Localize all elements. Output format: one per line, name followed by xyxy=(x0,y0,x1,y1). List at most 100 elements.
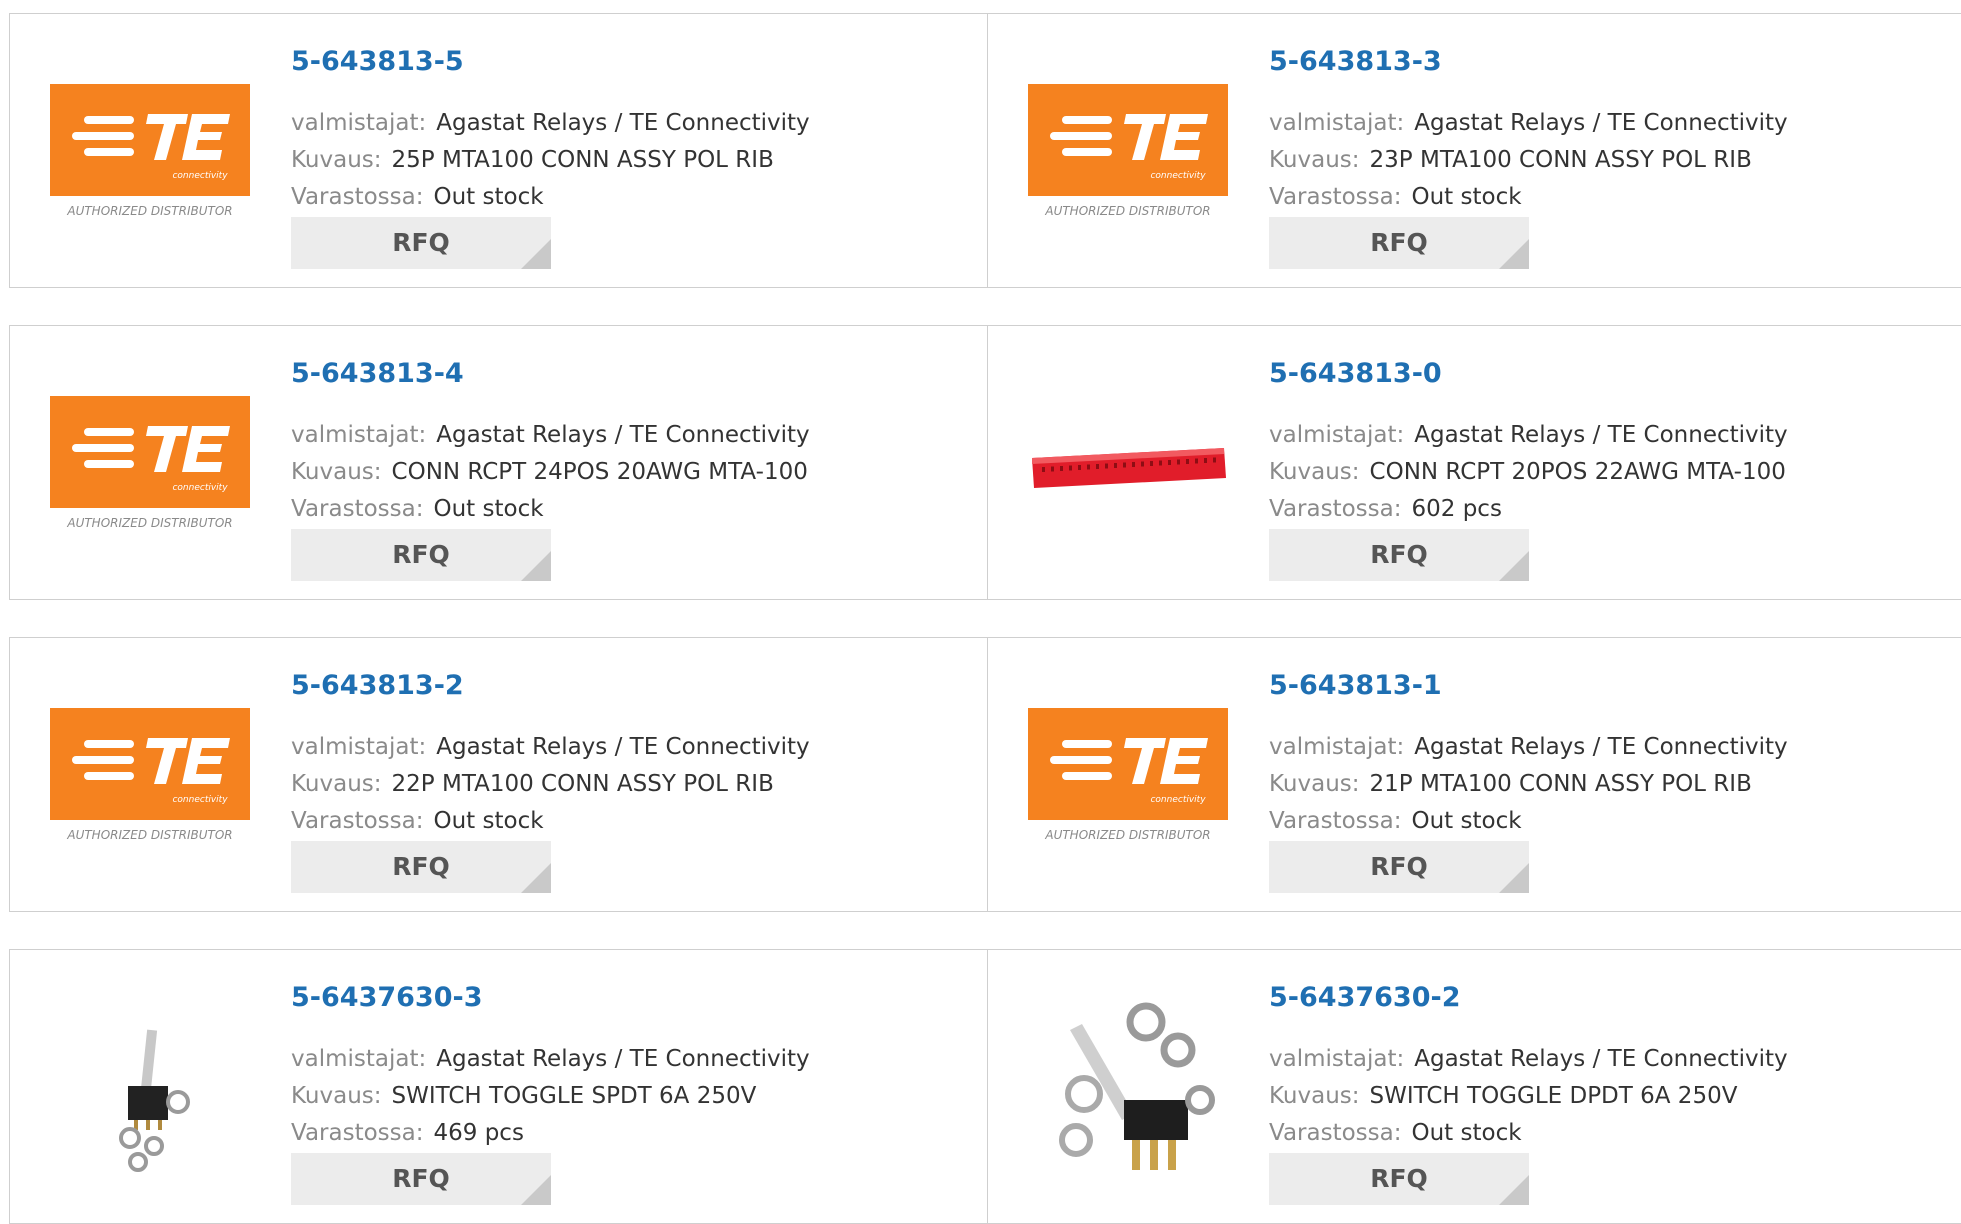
manufacturer-value: Agastat Relays / TE Connectivity xyxy=(1414,1046,1788,1072)
stock-row: Varastossa: 469 pcs xyxy=(291,1120,524,1146)
svg-text:connectivity: connectivity xyxy=(1150,795,1206,805)
corner-triangle-icon xyxy=(1499,863,1529,893)
red-connector-image[interactable] xyxy=(1028,366,1228,566)
description-row: Kuvaus: CONN RCPT 20POS 22AWG MTA-100 xyxy=(1269,459,1786,485)
product-card: 5-643813-0 valmistajat: Agastat Relays / T… xyxy=(987,325,1961,600)
manufacturer-label: valmistajat: xyxy=(1269,110,1405,136)
manufacturer-row: valmistajat: Agastat Relays / TE Connecti… xyxy=(1269,734,1788,760)
description-value: 22P MTA100 CONN ASSY POL RIB xyxy=(391,771,774,797)
toggle-switch-image[interactable] xyxy=(50,990,250,1190)
te-connectivity-logo[interactable]: connectivity AUTHORIZED DISTRIBUTOR xyxy=(50,396,250,536)
stock-label: Varastossa: xyxy=(1269,1120,1402,1146)
description-row: Kuvaus: 22P MTA100 CONN ASSY POL RIB xyxy=(291,771,774,797)
manufacturer-row: valmistajat: Agastat Relays / TE Connecti… xyxy=(291,734,810,760)
product-card: connectivity AUTHORIZED DISTRIBUTOR 5-6438… xyxy=(9,325,988,600)
manufacturer-value: Agastat Relays / TE Connectivity xyxy=(436,110,810,136)
toggle-switch-image[interactable] xyxy=(1028,990,1228,1190)
description-value: 25P MTA100 CONN ASSY POL RIB xyxy=(391,147,774,173)
manufacturer-value: Agastat Relays / TE Connectivity xyxy=(436,422,810,448)
rfq-button-label: RFQ xyxy=(392,852,450,881)
description-value: 21P MTA100 CONN ASSY POL RIB xyxy=(1369,771,1752,797)
stock-row: Varastossa: Out stock xyxy=(1269,808,1522,834)
description-value: SWITCH TOGGLE DPDT 6A 250V xyxy=(1369,1083,1738,1109)
svg-text:connectivity: connectivity xyxy=(172,483,228,493)
manufacturer-row: valmistajat: Agastat Relays / TE Connecti… xyxy=(291,110,810,136)
description-row: Kuvaus: SWITCH TOGGLE SPDT 6A 250V xyxy=(291,1083,756,1109)
stock-value: 602 pcs xyxy=(1411,496,1502,522)
stock-label: Varastossa: xyxy=(1269,184,1402,210)
rfq-button-label: RFQ xyxy=(392,540,450,569)
product-part-number-link[interactable]: 5-643813-1 xyxy=(1269,670,1442,701)
manufacturer-label: valmistajat: xyxy=(1269,422,1405,448)
manufacturer-row: valmistajat: Agastat Relays / TE Connecti… xyxy=(1269,422,1788,448)
product-part-number-link[interactable]: 5-6437630-2 xyxy=(1269,982,1461,1013)
rfq-button[interactable]: RFQ xyxy=(291,529,551,581)
rfq-button-label: RFQ xyxy=(392,228,450,257)
description-label: Kuvaus: xyxy=(1269,771,1360,797)
te-connectivity-logo[interactable]: connectivity AUTHORIZED DISTRIBUTOR xyxy=(1028,708,1228,848)
rfq-button[interactable]: RFQ xyxy=(1269,841,1529,893)
rfq-button[interactable]: RFQ xyxy=(1269,217,1529,269)
product-card: connectivity AUTHORIZED DISTRIBUTOR 5-6438… xyxy=(987,13,1961,288)
product-card: connectivity AUTHORIZED DISTRIBUTOR 5-6438… xyxy=(987,637,1961,912)
description-label: Kuvaus: xyxy=(1269,459,1360,485)
description-value: SWITCH TOGGLE SPDT 6A 250V xyxy=(391,1083,757,1109)
stock-value: Out stock xyxy=(1411,1120,1522,1146)
rfq-button-label: RFQ xyxy=(1370,540,1428,569)
stock-label: Varastossa: xyxy=(1269,808,1402,834)
description-label: Kuvaus: xyxy=(1269,1083,1360,1109)
description-label: Kuvaus: xyxy=(291,1083,382,1109)
product-part-number-link[interactable]: 5-643813-0 xyxy=(1269,358,1442,389)
product-part-number-link[interactable]: 5-643813-4 xyxy=(291,358,464,389)
stock-value: Out stock xyxy=(1411,184,1522,210)
stock-row: Varastossa: Out stock xyxy=(291,496,544,522)
corner-triangle-icon xyxy=(521,551,551,581)
corner-triangle-icon xyxy=(1499,551,1529,581)
rfq-button[interactable]: RFQ xyxy=(1269,1153,1529,1205)
te-connectivity-logo[interactable]: connectivity AUTHORIZED DISTRIBUTOR xyxy=(1028,84,1228,224)
te-connectivity-logo[interactable]: connectivity AUTHORIZED DISTRIBUTOR xyxy=(50,708,250,848)
description-value: CONN RCPT 24POS 20AWG MTA-100 xyxy=(391,459,808,485)
rfq-button[interactable]: RFQ xyxy=(291,841,551,893)
rfq-button[interactable]: RFQ xyxy=(291,1153,551,1205)
svg-text:AUTHORIZED DISTRIBUTOR: AUTHORIZED DISTRIBUTOR xyxy=(66,204,232,218)
manufacturer-label: valmistajat: xyxy=(1269,734,1405,760)
product-card: connectivity AUTHORIZED DISTRIBUTOR 5-6438… xyxy=(9,13,988,288)
product-part-number-link[interactable]: 5-643813-2 xyxy=(291,670,464,701)
product-card: 5-6437630-2 valmistajat: Agastat Relays / … xyxy=(987,949,1961,1224)
rfq-button[interactable]: RFQ xyxy=(291,217,551,269)
manufacturer-value: Agastat Relays / TE Connectivity xyxy=(436,734,810,760)
corner-triangle-icon xyxy=(1499,1175,1529,1205)
product-grid: connectivity AUTHORIZED DISTRIBUTOR 5-6438… xyxy=(0,0,1961,1224)
stock-value: Out stock xyxy=(433,496,544,522)
manufacturer-value: Agastat Relays / TE Connectivity xyxy=(1414,110,1788,136)
stock-value: Out stock xyxy=(433,184,544,210)
description-label: Kuvaus: xyxy=(291,771,382,797)
description-row: Kuvaus: 25P MTA100 CONN ASSY POL RIB xyxy=(291,147,774,173)
rfq-button-label: RFQ xyxy=(1370,228,1428,257)
manufacturer-label: valmistajat: xyxy=(1269,1046,1405,1072)
te-connectivity-logo[interactable]: connectivity AUTHORIZED DISTRIBUTOR xyxy=(50,84,250,224)
manufacturer-label: valmistajat: xyxy=(291,1046,427,1072)
description-value: 23P MTA100 CONN ASSY POL RIB xyxy=(1369,147,1752,173)
corner-triangle-icon xyxy=(521,239,551,269)
product-card: connectivity AUTHORIZED DISTRIBUTOR 5-6438… xyxy=(9,637,988,912)
rfq-button-label: RFQ xyxy=(1370,1164,1428,1193)
manufacturer-row: valmistajat: Agastat Relays / TE Connecti… xyxy=(291,422,810,448)
product-part-number-link[interactable]: 5-643813-5 xyxy=(291,46,464,77)
svg-text:connectivity: connectivity xyxy=(172,795,228,805)
manufacturer-row: valmistajat: Agastat Relays / TE Connecti… xyxy=(1269,110,1788,136)
stock-row: Varastossa: Out stock xyxy=(291,808,544,834)
svg-text:AUTHORIZED DISTRIBUTOR: AUTHORIZED DISTRIBUTOR xyxy=(66,828,232,842)
manufacturer-label: valmistajat: xyxy=(291,422,427,448)
stock-label: Varastossa: xyxy=(1269,496,1402,522)
rfq-button[interactable]: RFQ xyxy=(1269,529,1529,581)
product-part-number-link[interactable]: 5-643813-3 xyxy=(1269,46,1442,77)
stock-label: Varastossa: xyxy=(291,496,424,522)
svg-text:AUTHORIZED DISTRIBUTOR: AUTHORIZED DISTRIBUTOR xyxy=(66,516,232,530)
svg-text:AUTHORIZED DISTRIBUTOR: AUTHORIZED DISTRIBUTOR xyxy=(1044,828,1210,842)
description-label: Kuvaus: xyxy=(291,459,382,485)
description-label: Kuvaus: xyxy=(291,147,382,173)
product-part-number-link[interactable]: 5-6437630-3 xyxy=(291,982,483,1013)
description-row: Kuvaus: CONN RCPT 24POS 20AWG MTA-100 xyxy=(291,459,808,485)
